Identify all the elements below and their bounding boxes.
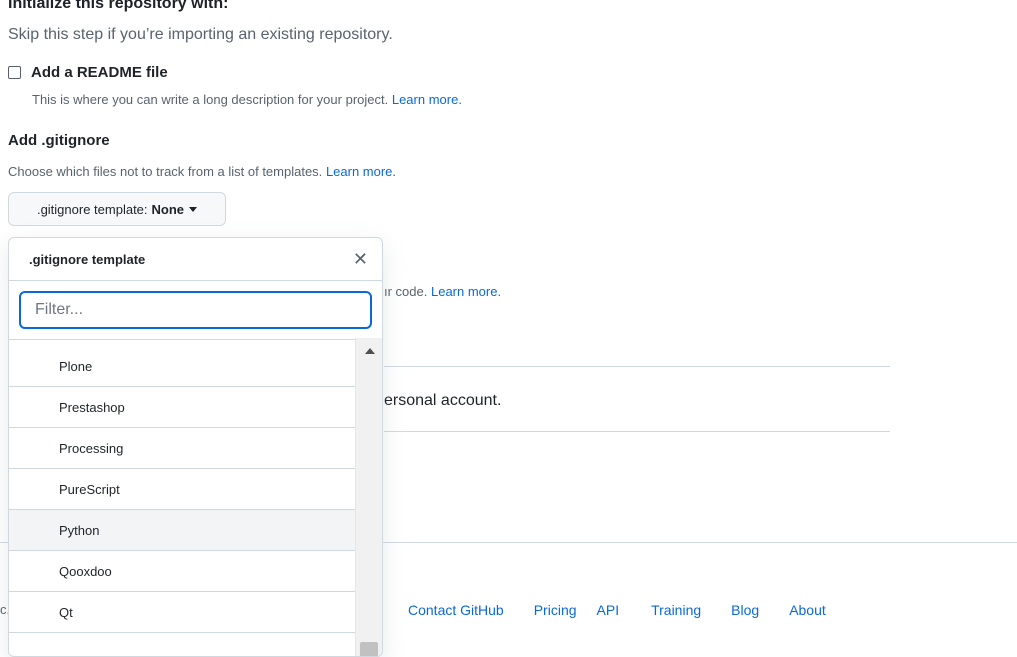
popover-header: .gitignore template ✕ bbox=[9, 238, 382, 281]
footer-link-about[interactable]: About bbox=[789, 602, 826, 618]
template-item-plone[interactable]: Plone bbox=[9, 346, 357, 387]
footer-link-training[interactable]: Training bbox=[651, 602, 701, 618]
gitignore-template-popover: .gitignore template ✕ Plone Prestashop P… bbox=[8, 237, 383, 657]
template-item-processing[interactable]: Processing bbox=[9, 428, 357, 469]
gitignore-heading: Add .gitignore bbox=[8, 132, 110, 149]
list-scrollbar[interactable] bbox=[355, 338, 382, 656]
template-item-qt[interactable]: Qt bbox=[9, 592, 357, 633]
footer-links: Contact GitHub Pricing API Training Blog… bbox=[408, 602, 856, 618]
license-description-partial: ır code. Learn more. bbox=[384, 284, 501, 299]
initialize-subtext: Skip this step if you’re importing an ex… bbox=[8, 26, 393, 43]
close-icon[interactable]: ✕ bbox=[353, 250, 368, 268]
divider bbox=[384, 431, 890, 432]
readme-label[interactable]: Add a README file bbox=[31, 64, 168, 81]
footer-link-blog[interactable]: Blog bbox=[731, 602, 759, 618]
scroll-up-arrow-icon[interactable] bbox=[365, 348, 375, 354]
scrollbar-thumb[interactable] bbox=[360, 642, 378, 656]
readme-learn-more-link[interactable]: Learn more. bbox=[392, 92, 462, 107]
personal-account-text-partial: ersonal account. bbox=[384, 392, 502, 409]
license-partial-text: ır code. bbox=[384, 284, 428, 299]
readme-description: This is where you can write a long descr… bbox=[32, 92, 462, 107]
readme-description-text: This is where you can write a long descr… bbox=[32, 92, 389, 107]
filter-container bbox=[9, 281, 382, 340]
gitignore-description: Choose which files not to track from a l… bbox=[8, 164, 396, 179]
gitignore-template-button[interactable]: .gitignore template: None bbox=[8, 192, 226, 226]
template-item-prestashop[interactable]: Prestashop bbox=[9, 387, 357, 428]
readme-option[interactable]: Add a README file bbox=[8, 64, 168, 81]
filter-input[interactable] bbox=[19, 291, 372, 329]
template-list: Plone Prestashop Processing PureScript P… bbox=[9, 346, 357, 633]
footer-link-api[interactable]: API bbox=[597, 602, 620, 618]
template-item-purescript[interactable]: PureScript bbox=[9, 469, 357, 510]
footer-link-contact-github[interactable]: Contact GitHub bbox=[408, 602, 504, 618]
license-learn-more-link[interactable]: Learn more. bbox=[431, 284, 501, 299]
gitignore-button-value: None bbox=[151, 201, 185, 217]
divider bbox=[384, 366, 890, 367]
footer-link-pricing[interactable]: Pricing bbox=[534, 602, 577, 618]
readme-checkbox[interactable] bbox=[8, 66, 21, 79]
popover-title: .gitignore template bbox=[29, 251, 146, 267]
gitignore-button-prefix: .gitignore template: bbox=[36, 201, 148, 217]
initialize-heading: Initialize this repository with: bbox=[8, 0, 229, 12]
caret-down-icon bbox=[189, 206, 198, 212]
gitignore-learn-more-link[interactable]: Learn more. bbox=[326, 164, 396, 179]
template-item-python[interactable]: Python bbox=[9, 510, 357, 551]
gitignore-description-text: Choose which files not to track from a l… bbox=[8, 164, 323, 179]
template-item-qooxdoo[interactable]: Qooxdoo bbox=[9, 551, 357, 592]
